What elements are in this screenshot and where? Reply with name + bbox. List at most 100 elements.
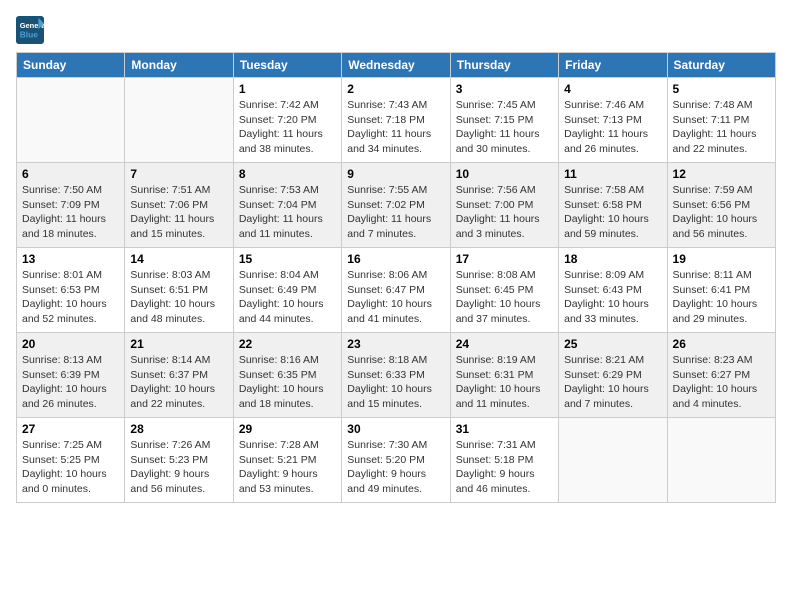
day-info: Sunrise: 8:16 AMSunset: 6:35 PMDaylight:… — [239, 353, 336, 412]
weekday-header: Saturday — [667, 53, 775, 78]
calendar-cell — [17, 78, 125, 163]
day-info: Sunrise: 7:53 AMSunset: 7:04 PMDaylight:… — [239, 183, 336, 242]
svg-text:Blue: Blue — [20, 29, 38, 39]
day-number: 5 — [673, 82, 770, 96]
calendar-cell: 19 Sunrise: 8:11 AMSunset: 6:41 PMDayligh… — [667, 248, 775, 333]
calendar-cell: 28 Sunrise: 7:26 AMSunset: 5:23 PMDayligh… — [125, 418, 233, 503]
day-info: Sunrise: 8:23 AMSunset: 6:27 PMDaylight:… — [673, 353, 770, 412]
calendar-table: SundayMondayTuesdayWednesdayThursdayFrid… — [16, 52, 776, 503]
day-number: 21 — [130, 337, 227, 351]
calendar-cell: 13Sunrise: 8:01 AMSunset: 6:53 PMDayligh… — [17, 248, 125, 333]
day-info: Sunrise: 7:43 AMSunset: 7:18 PMDaylight:… — [347, 98, 444, 157]
calendar-cell: 5 Sunrise: 7:48 AMSunset: 7:11 PMDaylight… — [667, 78, 775, 163]
day-info: Sunrise: 8:09 AMSunset: 6:43 PMDaylight:… — [564, 268, 661, 327]
calendar-cell: 1Sunrise: 7:42 AMSunset: 7:20 PMDaylight… — [233, 78, 341, 163]
day-info: Sunrise: 8:06 AMSunset: 6:47 PMDaylight:… — [347, 268, 444, 327]
day-number: 18 — [564, 252, 661, 266]
day-number: 24 — [456, 337, 553, 351]
calendar-week-row: 6 Sunrise: 7:50 AMSunset: 7:09 PMDaylight… — [17, 163, 776, 248]
calendar-cell — [667, 418, 775, 503]
day-info: Sunrise: 7:55 AMSunset: 7:02 PMDaylight:… — [347, 183, 444, 242]
weekday-header: Friday — [559, 53, 667, 78]
day-number: 25 — [564, 337, 661, 351]
calendar-cell: 7Sunrise: 7:51 AMSunset: 7:06 PMDaylight… — [125, 163, 233, 248]
day-info: Sunrise: 8:19 AMSunset: 6:31 PMDaylight:… — [456, 353, 553, 412]
calendar-cell: 14 Sunrise: 8:03 AMSunset: 6:51 PMDayligh… — [125, 248, 233, 333]
day-info: Sunrise: 7:26 AMSunset: 5:23 PMDaylight:… — [130, 438, 227, 497]
calendar-cell: 26 Sunrise: 8:23 AMSunset: 6:27 PMDayligh… — [667, 333, 775, 418]
day-number: 20 — [22, 337, 119, 351]
day-info: Sunrise: 8:21 AMSunset: 6:29 PMDaylight:… — [564, 353, 661, 412]
day-number: 4 — [564, 82, 661, 96]
calendar-cell: 30 Sunrise: 7:30 AMSunset: 5:20 PMDayligh… — [342, 418, 450, 503]
day-info: Sunrise: 8:08 AMSunset: 6:45 PMDaylight:… — [456, 268, 553, 327]
day-number: 28 — [130, 422, 227, 436]
day-info: Sunrise: 7:28 AMSunset: 5:21 PMDaylight:… — [239, 438, 336, 497]
day-number: 19 — [673, 252, 770, 266]
calendar-header-row: SundayMondayTuesdayWednesdayThursdayFrid… — [17, 53, 776, 78]
logo: General Blue — [16, 16, 48, 44]
day-number: 11 — [564, 167, 661, 181]
day-info: Sunrise: 7:30 AMSunset: 5:20 PMDaylight:… — [347, 438, 444, 497]
day-info: Sunrise: 7:56 AMSunset: 7:00 PMDaylight:… — [456, 183, 553, 242]
calendar-cell: 21 Sunrise: 8:14 AMSunset: 6:37 PMDayligh… — [125, 333, 233, 418]
weekday-header: Sunday — [17, 53, 125, 78]
calendar-cell: 11 Sunrise: 7:58 AMSunset: 6:58 PMDayligh… — [559, 163, 667, 248]
calendar-cell: 9 Sunrise: 7:55 AMSunset: 7:02 PMDaylight… — [342, 163, 450, 248]
weekday-header: Thursday — [450, 53, 558, 78]
day-number: 15 — [239, 252, 336, 266]
calendar-cell: 18 Sunrise: 8:09 AMSunset: 6:43 PMDayligh… — [559, 248, 667, 333]
calendar-cell: 27Sunrise: 7:25 AMSunset: 5:25 PMDayligh… — [17, 418, 125, 503]
day-info: Sunrise: 8:13 AMSunset: 6:39 PMDaylight:… — [22, 353, 119, 412]
calendar-cell — [559, 418, 667, 503]
day-info: Sunrise: 8:03 AMSunset: 6:51 PMDaylight:… — [130, 268, 227, 327]
day-number: 30 — [347, 422, 444, 436]
day-number: 9 — [347, 167, 444, 181]
day-number: 6 — [22, 167, 119, 181]
calendar-cell: 24 Sunrise: 8:19 AMSunset: 6:31 PMDayligh… — [450, 333, 558, 418]
calendar-cell: 2Sunrise: 7:43 AMSunset: 7:18 PMDaylight… — [342, 78, 450, 163]
calendar-cell: 4 Sunrise: 7:46 AMSunset: 7:13 PMDaylight… — [559, 78, 667, 163]
weekday-header: Wednesday — [342, 53, 450, 78]
calendar-cell: 23Sunrise: 8:18 AMSunset: 6:33 PMDayligh… — [342, 333, 450, 418]
calendar-cell: 8 Sunrise: 7:53 AMSunset: 7:04 PMDaylight… — [233, 163, 341, 248]
calendar-cell: 12 Sunrise: 7:59 AMSunset: 6:56 PMDayligh… — [667, 163, 775, 248]
calendar-cell: 10 Sunrise: 7:56 AMSunset: 7:00 PMDayligh… — [450, 163, 558, 248]
calendar-week-row: 1Sunrise: 7:42 AMSunset: 7:20 PMDaylight… — [17, 78, 776, 163]
day-info: Sunrise: 7:59 AMSunset: 6:56 PMDaylight:… — [673, 183, 770, 242]
calendar-week-row: 13Sunrise: 8:01 AMSunset: 6:53 PMDayligh… — [17, 248, 776, 333]
calendar-cell: 17 Sunrise: 8:08 AMSunset: 6:45 PMDayligh… — [450, 248, 558, 333]
day-info: Sunrise: 8:14 AMSunset: 6:37 PMDaylight:… — [130, 353, 227, 412]
day-number: 16 — [347, 252, 444, 266]
day-number: 12 — [673, 167, 770, 181]
day-number: 1 — [239, 82, 336, 96]
calendar-cell: 22 Sunrise: 8:16 AMSunset: 6:35 PMDayligh… — [233, 333, 341, 418]
day-number: 14 — [130, 252, 227, 266]
day-number: 22 — [239, 337, 336, 351]
day-number: 29 — [239, 422, 336, 436]
day-info: Sunrise: 7:48 AMSunset: 7:11 PMDaylight:… — [673, 98, 770, 157]
calendar-week-row: 27Sunrise: 7:25 AMSunset: 5:25 PMDayligh… — [17, 418, 776, 503]
day-number: 7 — [130, 167, 227, 181]
calendar-cell: 31Sunrise: 7:31 AMSunset: 5:18 PMDayligh… — [450, 418, 558, 503]
day-info: Sunrise: 7:50 AMSunset: 7:09 PMDaylight:… — [22, 183, 119, 242]
day-number: 26 — [673, 337, 770, 351]
logo-icon: General Blue — [16, 16, 44, 44]
calendar-cell: 20 Sunrise: 8:13 AMSunset: 6:39 PMDayligh… — [17, 333, 125, 418]
day-number: 10 — [456, 167, 553, 181]
day-number: 3 — [456, 82, 553, 96]
day-number: 23 — [347, 337, 444, 351]
weekday-header: Tuesday — [233, 53, 341, 78]
day-info: Sunrise: 8:11 AMSunset: 6:41 PMDaylight:… — [673, 268, 770, 327]
calendar-cell: 15Sunrise: 8:04 AMSunset: 6:49 PMDayligh… — [233, 248, 341, 333]
day-info: Sunrise: 8:01 AMSunset: 6:53 PMDaylight:… — [22, 268, 119, 327]
calendar-cell: 16 Sunrise: 8:06 AMSunset: 6:47 PMDayligh… — [342, 248, 450, 333]
day-number: 8 — [239, 167, 336, 181]
weekday-header: Monday — [125, 53, 233, 78]
page-header: General Blue — [16, 16, 776, 44]
calendar-week-row: 20 Sunrise: 8:13 AMSunset: 6:39 PMDayligh… — [17, 333, 776, 418]
day-info: Sunrise: 7:46 AMSunset: 7:13 PMDaylight:… — [564, 98, 661, 157]
day-number: 17 — [456, 252, 553, 266]
day-info: Sunrise: 7:58 AMSunset: 6:58 PMDaylight:… — [564, 183, 661, 242]
calendar-cell: 25 Sunrise: 8:21 AMSunset: 6:29 PMDayligh… — [559, 333, 667, 418]
